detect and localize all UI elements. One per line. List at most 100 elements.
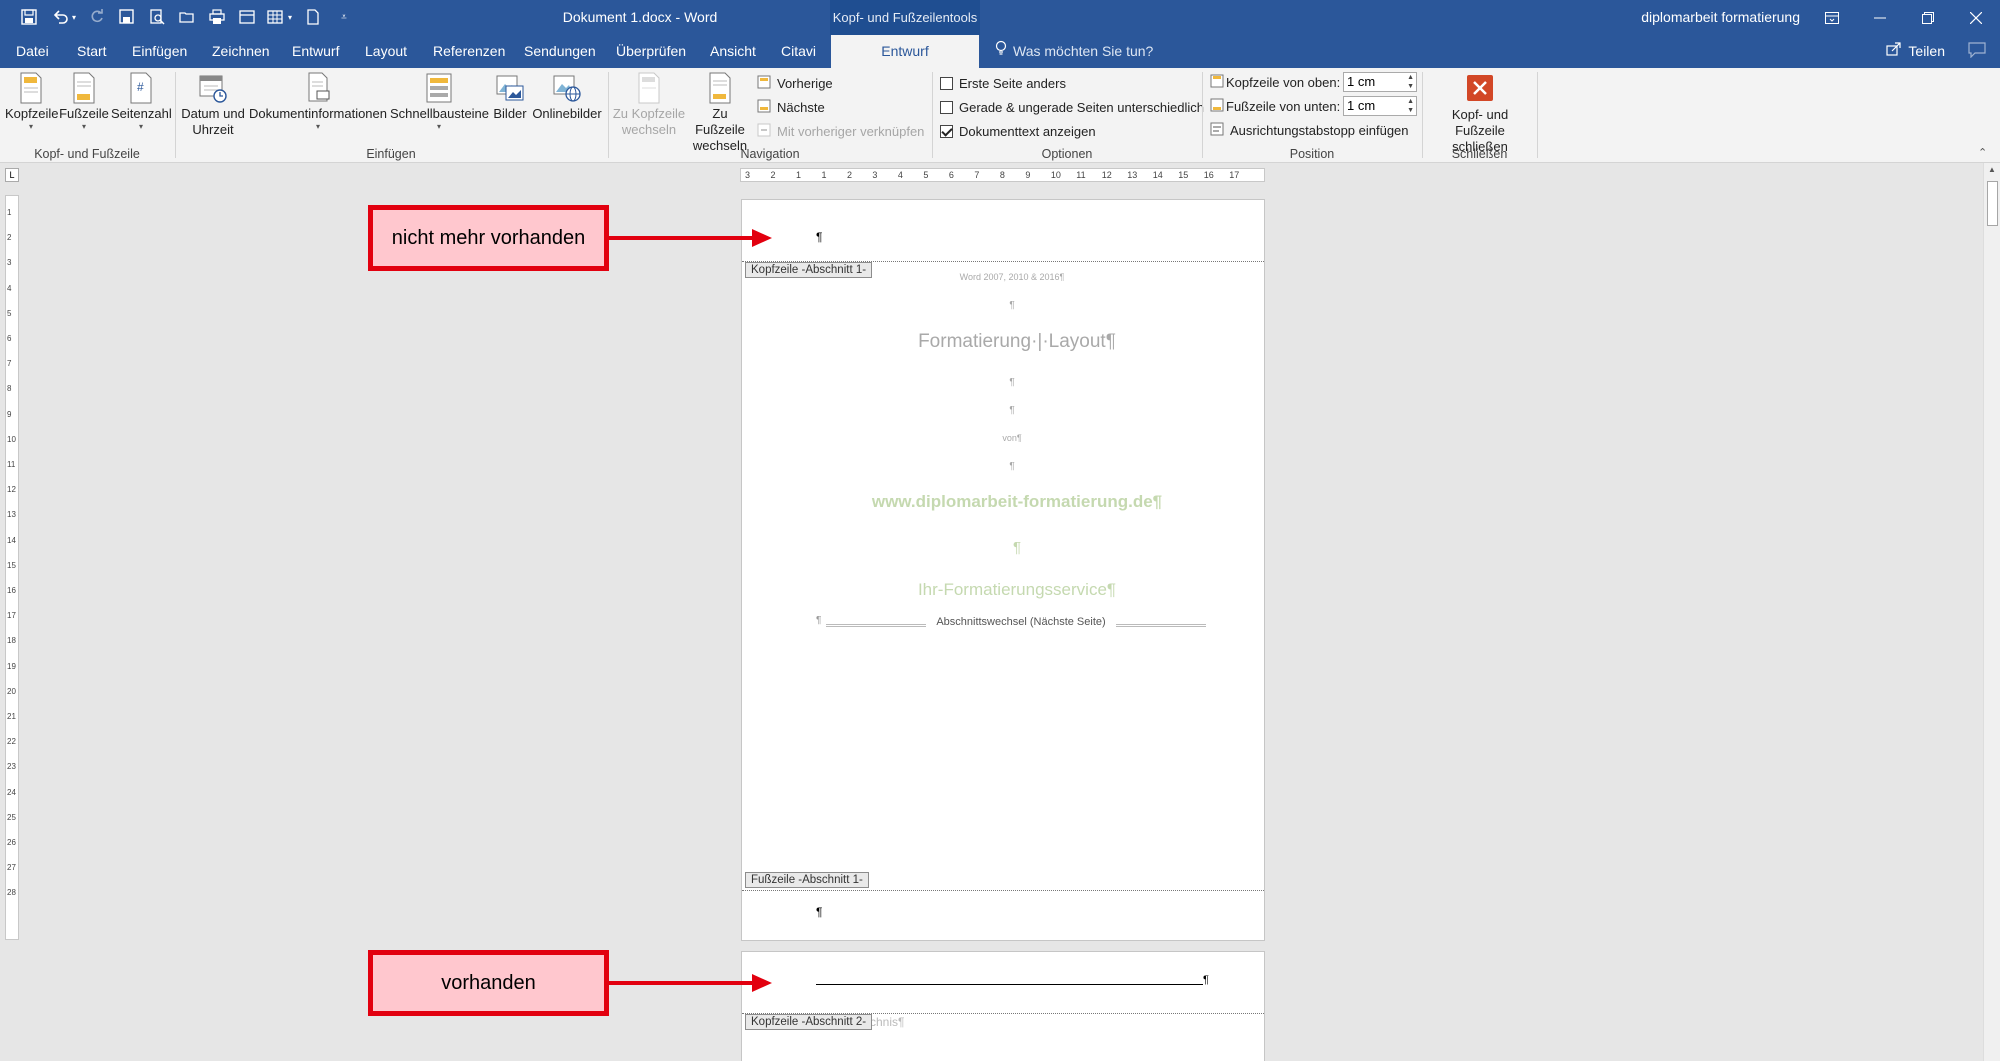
ruler-number: 15: [1178, 170, 1189, 180]
ruler-number: 4: [7, 283, 12, 293]
vertical-scrollbar[interactable]: ▲: [1983, 163, 2000, 1061]
tab-entwurf-design[interactable]: Entwurf: [290, 35, 341, 68]
tab-datei[interactable]: Datei: [14, 35, 51, 68]
fusszeile-caret-icon: ▾: [81, 122, 86, 131]
table-dropdown-icon[interactable]: ▾: [284, 7, 296, 27]
seitenzahl-button[interactable]: # Seitenzahl ▾: [111, 72, 172, 132]
bilder-button[interactable]: Bilder: [490, 72, 530, 122]
fusszeile-button[interactable]: Fußzeile ▾: [58, 72, 110, 132]
empty-paragraph[interactable]: ¶: [742, 539, 1292, 556]
save-as-icon[interactable]: [116, 7, 138, 27]
share-button[interactable]: Teilen: [1886, 35, 1945, 68]
ruler-number: 16: [7, 586, 16, 595]
redo-icon[interactable]: [86, 7, 108, 27]
vorherige-button[interactable]: Vorherige: [757, 73, 833, 93]
restore-icon[interactable]: [1904, 0, 1952, 35]
window-icon[interactable]: [236, 7, 258, 27]
word-window: ▾ ▾ ⩡ Dokument 1.docx - Word Kopf- und F…: [0, 0, 2000, 1061]
kopfzeile-von-oben-input[interactable]: 1 cm ▲ ▼: [1343, 72, 1417, 92]
onlinebilder-button[interactable]: Onlinebilder: [530, 72, 604, 122]
ausrichtungstabstopp-button[interactable]: Ausrichtungstabstopp einfügen: [1210, 120, 1409, 140]
schnellbausteine-button[interactable]: Schnellbausteine ▾: [390, 72, 490, 132]
tab-einfuegen[interactable]: Einfügen: [130, 35, 189, 68]
tab-entwurf-header-footer[interactable]: Entwurf: [831, 35, 979, 68]
empty-paragraph[interactable]: ¶: [742, 461, 1282, 472]
undo-dropdown-icon[interactable]: ▾: [68, 7, 80, 27]
close-icon[interactable]: [1952, 0, 2000, 35]
dokumenttext-check[interactable]: [940, 124, 953, 138]
page-2: ¶ ...chnis¶ Kopfzeile -Abschnitt 2-: [741, 951, 1265, 1061]
von-text[interactable]: von¶: [742, 433, 1282, 443]
header-horizontal-line[interactable]: [816, 984, 1203, 985]
vertical-ruler[interactable]: 1 2 3 4 5 6 7 8 9 10 11 12 13 14 15 16 17 18 19 20 21 22 23 24 2…: [5, 195, 19, 940]
header-empty-paragraph[interactable]: ¶: [816, 230, 822, 244]
spinner-arrows-icon[interactable]: ▲ ▼: [1407, 73, 1414, 91]
tab-citavi[interactable]: Citavi: [779, 35, 818, 68]
print-icon[interactable]: [206, 7, 228, 27]
arrow-right-icon: [752, 974, 772, 992]
table-icon[interactable]: [264, 7, 286, 27]
ruler-number: 17: [7, 611, 16, 621]
zu-kopf-label-2: wechseln: [621, 122, 677, 137]
footer-bottom-icon: [1210, 98, 1224, 115]
naechste-button[interactable]: Nächste: [757, 97, 825, 117]
empty-paragraph[interactable]: ¶: [742, 300, 1282, 311]
goto-footer-icon: [705, 72, 735, 104]
header-paragraph-mark[interactable]: ¶: [1203, 974, 1209, 986]
mit-vorheriger-verknuepfen-button[interactable]: Mit vorheriger verknüpfen: [757, 121, 924, 141]
print-preview-icon[interactable]: [146, 7, 168, 27]
ruler-number: 14: [1152, 170, 1163, 180]
fusszeile-von-unten-input[interactable]: 1 cm ▲ ▼: [1343, 96, 1417, 116]
tab-sendungen[interactable]: Sendungen: [522, 35, 598, 68]
gerade-ungerade-check[interactable]: [940, 100, 953, 114]
footer-boundary: [742, 890, 1264, 891]
document-title[interactable]: Formatierung·|·Layout¶: [742, 331, 1292, 353]
horizontal-ruler[interactable]: 3 2 1 1 2 3 4 5 6 7 8 9 10 11 12 13 14 15 16 17: [740, 168, 1265, 182]
customize-toolbar-icon[interactable]: ⩡: [333, 7, 355, 27]
zu-fuss-label-1: Zu Fußzeile: [695, 106, 745, 137]
tell-me-box[interactable]: Was möchten Sie tun?: [995, 35, 1153, 68]
tab-selector[interactable]: L: [5, 168, 19, 182]
tab-referenzen[interactable]: Referenzen: [431, 35, 507, 68]
kopf-fusszeile-schliessen-button[interactable]: Kopf- und Fußzeile schließen: [1426, 72, 1534, 155]
empty-paragraph[interactable]: ¶: [742, 405, 1282, 416]
collapse-ribbon-icon[interactable]: ⌃: [1978, 146, 1987, 159]
dokumenttext-anzeigen-checkbox[interactable]: Dokumenttext anzeigen: [940, 121, 1096, 141]
ribbon-display-icon[interactable]: [1808, 0, 1856, 35]
kopf-oben-label: Kopfzeile von oben:: [1226, 74, 1341, 90]
user-name[interactable]: diplomarbeit formatierung: [1641, 0, 1800, 35]
open-folder-icon[interactable]: [176, 7, 198, 27]
tab-ueberpruefen[interactable]: Überprüfen: [614, 35, 688, 68]
tab-zeichnen[interactable]: Zeichnen: [210, 35, 272, 68]
minimize-icon[interactable]: [1856, 0, 1904, 35]
group-label-kopf-fusszeile: Kopf- und Fußzeile: [34, 147, 140, 161]
tab-start[interactable]: Start: [75, 35, 109, 68]
gerade-ungerade-checkbox[interactable]: Gerade & ungerade Seiten unterschiedlich: [940, 97, 1204, 117]
ruler-number: 19: [7, 661, 16, 671]
previous-section-icon: [757, 75, 771, 92]
zu-kopfzeile-wechseln-button[interactable]: Zu Kopfzeile wechseln: [612, 72, 686, 138]
schnellbausteine-label: Schnellbausteine: [390, 106, 490, 121]
comment-icon[interactable]: [1968, 42, 1986, 63]
service-text[interactable]: Ihr-Formatierungsservice¶: [742, 580, 1292, 600]
tab-ansicht[interactable]: Ansicht: [708, 35, 758, 68]
kopfzeile-button[interactable]: Kopfzeile ▾: [5, 72, 58, 132]
footer-empty-paragraph[interactable]: ¶: [816, 905, 822, 919]
save-icon[interactable]: [18, 7, 40, 27]
scrollbar-thumb[interactable]: [1987, 181, 1998, 226]
section-break-mark[interactable]: ¶: [816, 615, 821, 626]
scroll-up-icon[interactable]: ▲: [1988, 165, 1996, 174]
spinner-arrows-icon[interactable]: ▲ ▼: [1407, 97, 1414, 115]
subtitle-text[interactable]: Word 2007, 2010 & 2016¶: [742, 272, 1282, 282]
close-label-1: Kopf- und: [1451, 107, 1509, 122]
dokumentinformationen-button[interactable]: Dokumentinformationen ▾: [248, 72, 388, 132]
seitenzahl-label: Seitenzahl: [111, 106, 172, 121]
erste-seite-anders-checkbox[interactable]: Erste Seite anders: [940, 73, 1066, 93]
erste-seite-check[interactable]: [940, 76, 953, 90]
website-url[interactable]: www.diplomarbeit-formatierung.de¶: [742, 492, 1292, 512]
zu-fusszeile-wechseln-button[interactable]: Zu Fußzeile wechseln: [686, 72, 754, 154]
datum-uhrzeit-button[interactable]: Datum und Uhrzeit: [180, 72, 246, 138]
tab-layout[interactable]: Layout: [363, 35, 409, 68]
new-document-icon[interactable]: [302, 7, 324, 27]
empty-paragraph[interactable]: ¶: [742, 377, 1282, 388]
